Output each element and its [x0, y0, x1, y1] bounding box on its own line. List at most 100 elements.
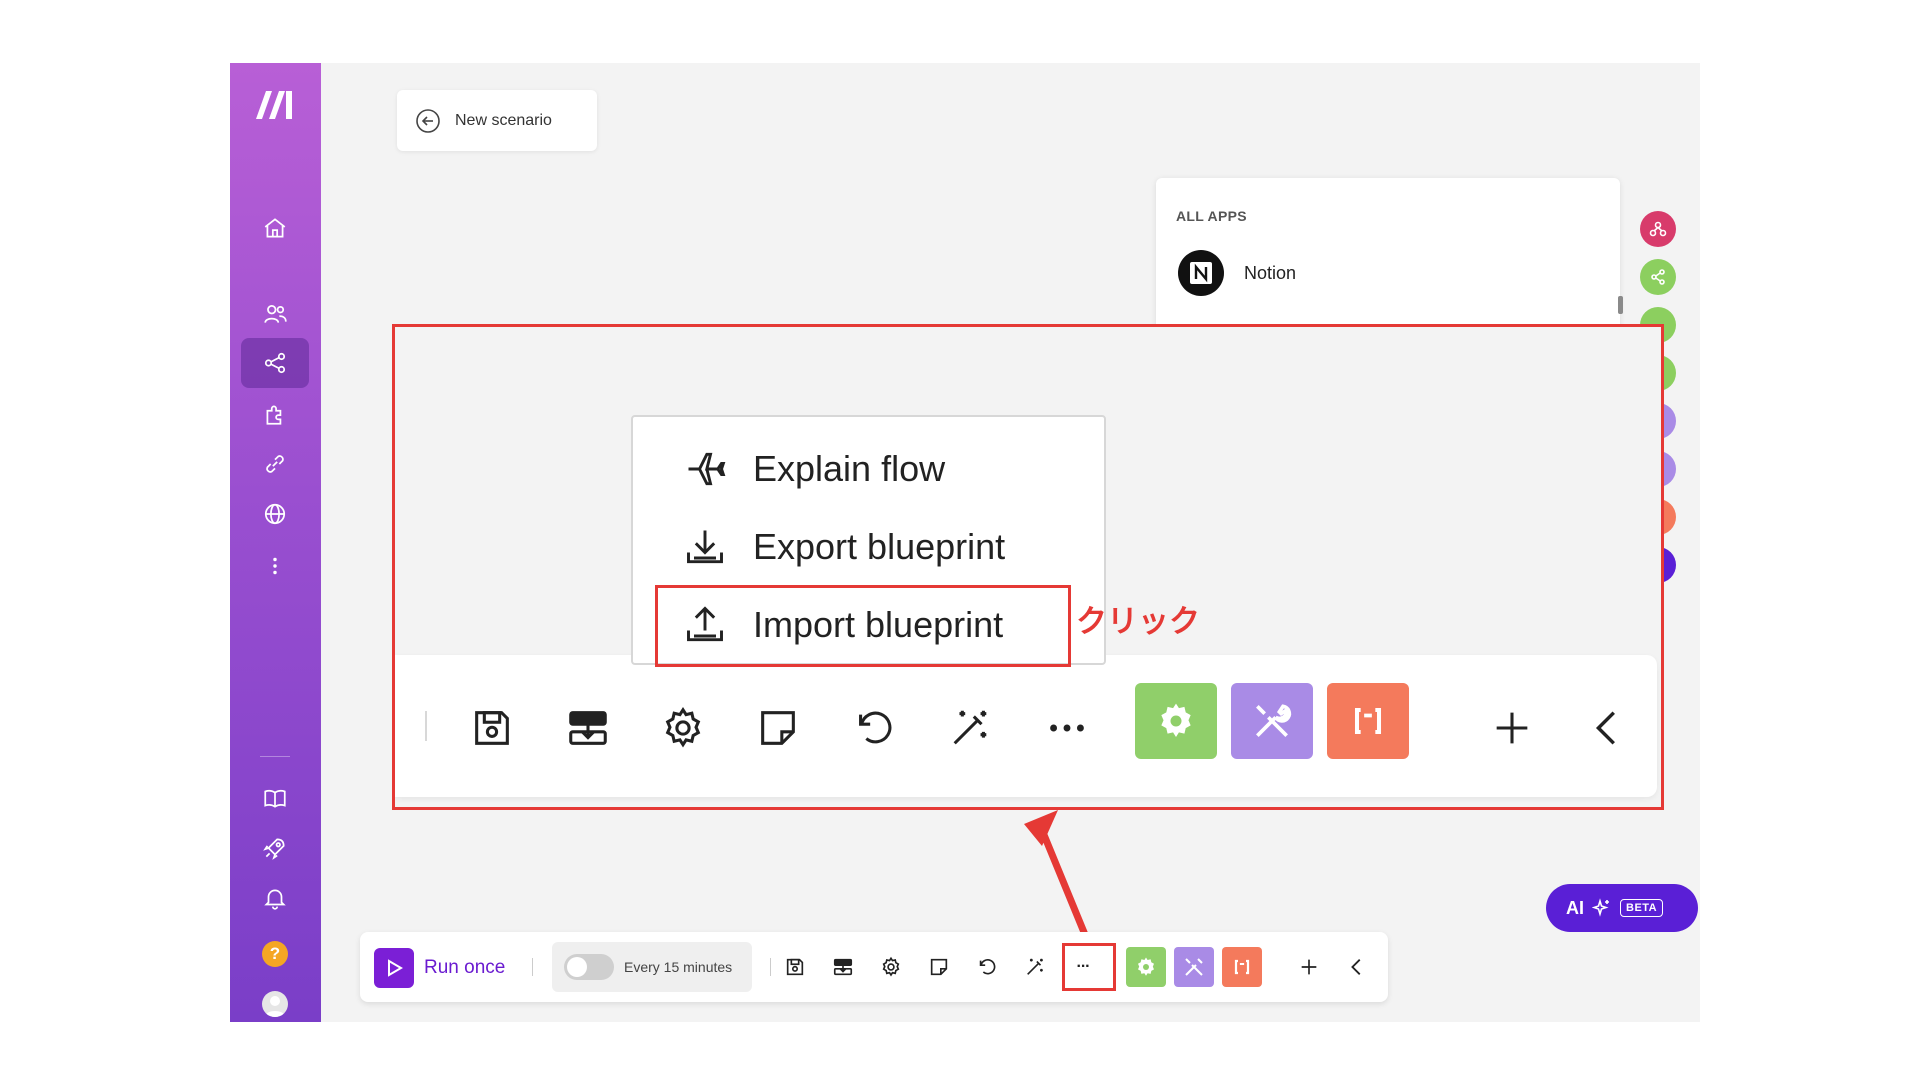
- schedule-switch[interactable]: [564, 954, 614, 980]
- flow-control-app-icon[interactable]: [1640, 259, 1676, 295]
- toolbar-divider: [770, 958, 771, 976]
- zoom-flow-control-tile[interactable]: [1135, 683, 1217, 759]
- home-icon: [264, 218, 286, 238]
- collapse-button[interactable]: [1342, 952, 1372, 982]
- schedule-label: Every 15 minutes: [624, 959, 733, 975]
- zoom-more-button[interactable]: [1034, 695, 1100, 761]
- auto-align-icon: [569, 711, 607, 745]
- zoom-json-tile[interactable]: [1327, 683, 1409, 759]
- apps-panel-scrollbar[interactable]: [1618, 296, 1623, 314]
- undo-button[interactable]: [972, 952, 1002, 982]
- gear-icon: [665, 706, 701, 748]
- help-icon[interactable]: ?: [262, 941, 288, 967]
- zoom-callout: Explain flow Export blueprint Import blu…: [392, 324, 1664, 810]
- gear-icon: [1161, 703, 1191, 737]
- rocket-icon: [263, 838, 285, 860]
- avatar[interactable]: [262, 991, 288, 1017]
- zoom-settings-button[interactable]: [650, 695, 716, 761]
- scenario-title: New scenario: [455, 111, 552, 129]
- run-once-label: Run once: [424, 957, 506, 978]
- zoom-auto-align-button[interactable]: [555, 695, 621, 761]
- arrow-left-circle-icon: [416, 108, 440, 133]
- tools-tile[interactable]: [1174, 947, 1214, 987]
- save-button[interactable]: [780, 952, 810, 982]
- sidebar-item-connections[interactable]: [241, 439, 309, 489]
- run-once-button[interactable]: Run once: [374, 948, 505, 988]
- brackets-icon: [1354, 707, 1382, 735]
- auto-align-button[interactable]: [828, 952, 858, 982]
- app-item-notion[interactable]: Notion: [1178, 250, 1296, 296]
- notes-button[interactable]: [924, 952, 954, 982]
- webhook-app-icon[interactable]: [1640, 211, 1676, 247]
- ai-assistant-button[interactable]: AI BETA: [1546, 884, 1698, 932]
- zoomed-toolbar: [395, 655, 1657, 797]
- zoom-add-button[interactable]: [1479, 695, 1545, 761]
- scenario-toolbar: Run once Every 15 minutes ···: [360, 932, 1388, 1002]
- sidebar-item-notifications[interactable]: [241, 873, 309, 923]
- click-annotation: クリック: [1076, 604, 1200, 639]
- sidebar-item-home[interactable]: [241, 203, 309, 253]
- menu-item-label: Explain flow: [753, 448, 946, 489]
- add-button[interactable]: [1294, 952, 1324, 982]
- zoom-notes-button[interactable]: [745, 695, 811, 761]
- apps-panel-heading: ALL APPS: [1176, 208, 1247, 224]
- magic-wand-icon: [1027, 958, 1043, 975]
- chevron-left-icon: [1351, 959, 1361, 975]
- sidebar: ?: [230, 63, 321, 1022]
- json-tile[interactable]: [1222, 947, 1262, 987]
- screenshot-stage: ? New scenario ALL APPS Notion Explain f…: [0, 0, 1920, 1080]
- sidebar-item-apps[interactable]: [241, 389, 309, 439]
- note-icon: [761, 711, 795, 745]
- sidebar-item-team[interactable]: [241, 289, 309, 339]
- magic-wand-icon: [953, 710, 987, 745]
- notion-icon: [1178, 250, 1224, 296]
- toolbar-divider: [532, 958, 533, 976]
- menu-item-export-blueprint[interactable]: Export blueprint: [683, 525, 1005, 569]
- undo-icon: [979, 959, 996, 975]
- zoom-magic-button[interactable]: [937, 695, 1003, 761]
- more-button-highlight: [1062, 943, 1116, 991]
- gear-icon: [882, 956, 900, 977]
- magic-button[interactable]: [1020, 952, 1050, 982]
- make-logo-icon[interactable]: [254, 89, 298, 121]
- share-nodes-icon: [264, 352, 286, 374]
- zoom-undo-button[interactable]: [841, 695, 907, 761]
- link-icon: [266, 455, 284, 473]
- plus-icon: [1496, 712, 1528, 744]
- auto-align-icon: [833, 958, 853, 976]
- settings-button[interactable]: [876, 952, 906, 982]
- zoom-tools-tile[interactable]: [1231, 683, 1313, 759]
- sidebar-item-webhooks[interactable]: [241, 489, 309, 539]
- zoom-callout-canvas: Explain flow Export blueprint Import blu…: [395, 327, 1661, 807]
- app-item-label: Notion: [1244, 262, 1297, 283]
- back-to-scenarios-button[interactable]: New scenario: [397, 90, 597, 151]
- save-icon: [786, 958, 804, 976]
- sidebar-item-more[interactable]: [241, 541, 309, 591]
- user-avatar-icon: [265, 996, 285, 1017]
- import-blueprint-highlight: [655, 585, 1071, 667]
- users-icon: [264, 305, 287, 323]
- beta-badge: BETA: [1620, 899, 1664, 917]
- note-icon: [930, 958, 948, 976]
- ai-label: AI: [1566, 897, 1584, 918]
- annotation-arrow-icon: [1024, 810, 1092, 946]
- airplane-icon: [688, 452, 726, 486]
- zoom-save-button[interactable]: [459, 695, 525, 761]
- menu-item-label: Export blueprint: [753, 526, 1006, 567]
- more-vertical-icon: [273, 557, 277, 575]
- sidebar-item-docs[interactable]: [241, 773, 309, 823]
- sidebar-item-whats-new[interactable]: [241, 823, 309, 873]
- undo-icon: [859, 711, 892, 744]
- more-options-menu: Explain flow Export blueprint Import blu…: [631, 415, 1106, 667]
- save-icon: [475, 711, 509, 745]
- menu-item-explain-flow[interactable]: Explain flow: [683, 447, 945, 491]
- zoom-collapse-button[interactable]: [1575, 695, 1641, 761]
- flow-control-tile[interactable]: [1126, 947, 1166, 987]
- sidebar-item-scenarios[interactable]: [241, 338, 309, 388]
- schedule-toggle[interactable]: Every 15 minutes: [552, 942, 752, 992]
- chevron-left-icon: [1595, 711, 1615, 745]
- brackets-icon: [1234, 959, 1250, 975]
- globe-icon: [264, 503, 286, 525]
- sidebar-divider: [260, 756, 290, 757]
- tools-icon: [1185, 958, 1203, 976]
